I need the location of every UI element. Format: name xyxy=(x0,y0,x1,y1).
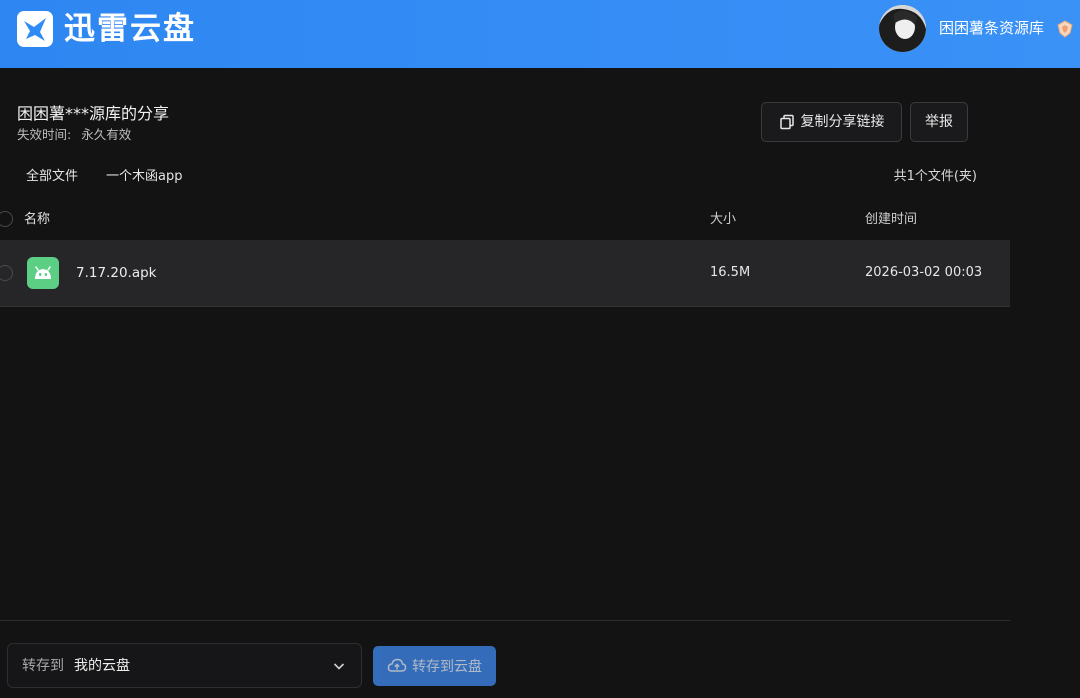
breadcrumb-current-folder[interactable]: 一个木函app xyxy=(106,168,182,186)
chevron-down-icon xyxy=(333,663,345,670)
column-created-time[interactable]: 创建时间 xyxy=(865,211,917,229)
expiry-info: 失效时间: 永久有效 xyxy=(17,126,131,144)
copy-icon xyxy=(779,114,794,130)
select-all-checkbox[interactable] xyxy=(0,211,13,227)
avatar-image xyxy=(879,5,926,52)
user-name[interactable]: 困困薯条资源库 xyxy=(939,18,1044,38)
row-checkbox[interactable] xyxy=(0,265,13,281)
file-created-time: 2026-03-02 00:03 xyxy=(865,265,983,280)
cloud-upload-icon xyxy=(387,658,407,672)
breadcrumb-all-files[interactable]: 全部文件 xyxy=(26,168,78,186)
vip-badge-icon xyxy=(1057,20,1073,38)
copy-share-link-label: 复制分享链接 xyxy=(800,114,885,130)
user-avatar[interactable] xyxy=(879,5,926,52)
android-apk-icon xyxy=(27,257,59,289)
brand-name[interactable]: 迅雷云盘 xyxy=(64,10,196,48)
xunlei-logo-icon[interactable] xyxy=(16,10,54,48)
expiry-label: 失效时间: xyxy=(17,127,72,142)
top-header: 迅雷云盘 困困薯条资源库 xyxy=(0,0,1080,68)
column-name[interactable]: 名称 xyxy=(24,211,50,229)
table-row[interactable]: 7.17.20.apk 16.5M 2026-03-02 00:03 xyxy=(0,240,1010,307)
copy-share-link-button[interactable]: 复制分享链接 xyxy=(761,102,902,142)
save-destination-select[interactable]: 转存到 我的云盘 xyxy=(7,643,362,688)
save-to-value: 我的云盘 xyxy=(74,658,130,674)
expiry-value: 永久有效 xyxy=(81,127,132,142)
save-to-cloud-button[interactable]: 转存到云盘 xyxy=(373,646,496,686)
report-button[interactable]: 举报 xyxy=(910,102,968,142)
file-size: 16.5M xyxy=(710,265,751,280)
file-name[interactable]: 7.17.20.apk xyxy=(76,264,156,282)
share-title: 困困薯***源库的分享 xyxy=(17,104,170,123)
save-to-cloud-label: 转存到云盘 xyxy=(412,659,482,675)
file-count: 共1个文件(夹) xyxy=(893,169,977,184)
footer-divider xyxy=(0,620,1010,621)
column-size[interactable]: 大小 xyxy=(710,211,736,229)
save-to-label: 转存到 xyxy=(22,658,64,674)
